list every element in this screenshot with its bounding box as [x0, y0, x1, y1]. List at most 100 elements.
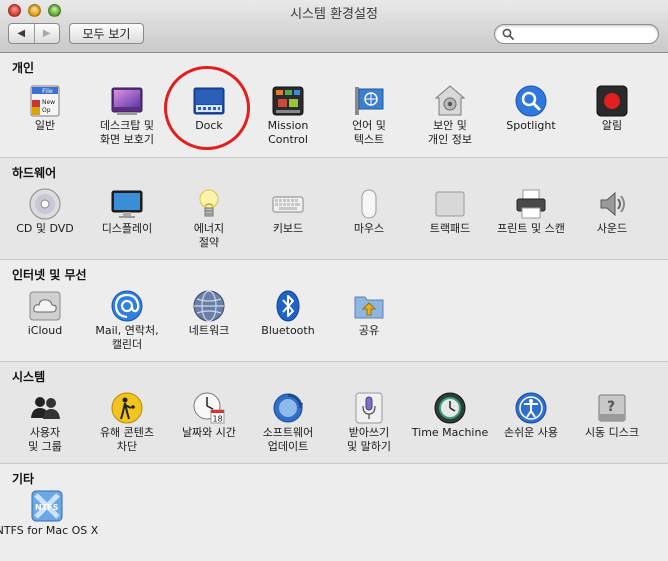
- ntfs-text: NTFS: [35, 503, 59, 512]
- desktop-screensaver-icon: [111, 87, 143, 115]
- pane-ntfs[interactable]: NTFS NTFS for Mac OS X: [0, 490, 98, 560]
- ntfs-icon: NTFS: [31, 490, 63, 522]
- titlebar-toolbar: 시스템 환경설정 ◀ ▶ 모두 보기: [0, 0, 668, 53]
- pane-icloud[interactable]: iCloud: [4, 288, 86, 358]
- pane-label: 공유: [358, 324, 380, 337]
- pane-energy-saver[interactable]: 에너지 절약: [168, 186, 250, 256]
- pane-label: Spotlight: [506, 119, 556, 132]
- language-text-icon: [355, 87, 384, 115]
- section-other: 기타 NTFS NTFS for Mac OS X: [0, 464, 668, 561]
- pane-dictation-speech[interactable]: 받아쓰기 및 말하기: [328, 390, 410, 460]
- section-title: 시스템: [12, 370, 46, 384]
- date-day-text: 18: [213, 415, 223, 424]
- pane-label: 사운드: [596, 222, 628, 235]
- pane-accessibility[interactable]: 손쉬운 사용: [490, 390, 572, 460]
- dictation-speech-icon: [355, 392, 383, 424]
- pane-label: 언어 및 텍스트: [352, 119, 386, 146]
- pane-cd-dvd[interactable]: CD 및 DVD: [4, 186, 86, 256]
- pane-software-update[interactable]: 소프트웨어 업데이트: [247, 390, 329, 460]
- pane-display[interactable]: 디스플레이: [86, 186, 168, 256]
- accessibility-icon: [515, 392, 547, 424]
- section-title: 인터넷 및 무선: [12, 268, 87, 282]
- pane-startup-disk[interactable]: ? 시동 디스크: [571, 390, 653, 460]
- search-icon: [502, 28, 514, 40]
- sound-icon: [600, 191, 625, 217]
- pane-label: 사용자 및 그룹: [28, 426, 62, 453]
- pane-time-machine[interactable]: Time Machine: [409, 390, 491, 460]
- network-icon: [193, 290, 225, 322]
- pane-parental-controls[interactable]: 유해 콘텐츠 차단: [86, 390, 168, 460]
- back-button[interactable]: ◀: [9, 24, 35, 43]
- pane-date-time[interactable]: 18 날짜와 시간: [168, 390, 250, 460]
- pane-bluetooth[interactable]: Bluetooth: [247, 288, 329, 358]
- pane-label: 마우스: [353, 222, 385, 235]
- pane-label: CD 및 DVD: [16, 222, 74, 235]
- date-time-icon: 18: [193, 392, 225, 424]
- pane-label: 트랙패드: [429, 222, 471, 235]
- pane-label: 일반: [34, 119, 56, 132]
- pane-general[interactable]: File New Op 일반: [4, 83, 86, 153]
- pane-network[interactable]: 네트워크: [168, 288, 250, 358]
- search-input[interactable]: [517, 26, 656, 44]
- pane-label: 키보드: [272, 222, 304, 235]
- print-scan-icon: [516, 189, 546, 219]
- pane-mission-control[interactable]: Mission Control: [247, 83, 329, 153]
- sharing-icon: [354, 296, 384, 319]
- time-machine-icon: [434, 392, 466, 424]
- general-new-text: New: [42, 99, 55, 106]
- mail-contacts-icon: [111, 290, 143, 322]
- icloud-icon: [29, 291, 61, 321]
- pane-label: Time Machine: [411, 426, 489, 439]
- section-system: 시스템 사용자 및 그룹 유해 콘텐츠 차단 18 날짜와 시간 소프트웨어 업…: [0, 362, 668, 464]
- pane-label: Mission Control: [267, 119, 309, 146]
- section-title: 하드웨어: [12, 166, 57, 180]
- pane-label: 손쉬운 사용: [503, 426, 559, 439]
- window-title: 시스템 환경설정: [290, 7, 378, 22]
- section-internet-wireless: 인터넷 및 무선 iCloud Mail, 연락처, 캘린더 네트워크 Blue…: [0, 260, 668, 362]
- pane-label: iCloud: [27, 324, 63, 337]
- pane-label: 소프트웨어 업데이트: [262, 426, 314, 453]
- mouse-icon: [361, 189, 377, 219]
- section-hardware: 하드웨어 CD 및 DVD 디스플레이 에너지 절약 키보드 마우스 트랙패드 …: [0, 158, 668, 260]
- notifications-icon: [596, 85, 628, 117]
- search-field[interactable]: [494, 24, 659, 44]
- back-forward-control: ◀ ▶: [8, 23, 60, 44]
- general-open-text: Op: [42, 107, 51, 114]
- pane-label: 디스플레이: [101, 222, 153, 235]
- energy-saver-icon: [199, 189, 219, 217]
- keyboard-icon: [272, 196, 304, 213]
- pane-print-scan[interactable]: 프린트 및 스캔: [490, 186, 572, 256]
- section-title: 개인: [12, 61, 35, 75]
- show-all-button[interactable]: 모두 보기: [69, 23, 144, 44]
- software-update-icon: [273, 393, 303, 423]
- pane-sound[interactable]: 사운드: [571, 186, 653, 256]
- pane-trackpad[interactable]: 트랙패드: [409, 186, 491, 256]
- dock-highlight-ring: [164, 66, 250, 150]
- pane-spotlight[interactable]: Spotlight: [490, 83, 572, 153]
- pane-sharing[interactable]: 공유: [328, 288, 410, 358]
- startup-disk-icon: ?: [598, 394, 626, 422]
- section-title: 기타: [12, 472, 35, 486]
- pane-keyboard[interactable]: 키보드: [247, 186, 329, 256]
- pane-security-privacy[interactable]: 보안 및 개인 정보: [409, 83, 491, 153]
- spotlight-icon: [515, 85, 547, 117]
- general-icon: File New Op: [30, 85, 60, 117]
- forward-button[interactable]: ▶: [35, 24, 60, 43]
- pane-notifications[interactable]: 알림: [571, 83, 653, 153]
- general-file-text: File: [42, 87, 53, 95]
- pane-mouse[interactable]: 마우스: [328, 186, 410, 256]
- pane-label: 받아쓰기 및 말하기: [347, 426, 391, 453]
- pane-label: Mail, 연락처, 캘린더: [95, 324, 159, 351]
- system-preferences-window: 시스템 환경설정 ◀ ▶ 모두 보기 개인 File New Op 일반 데스크…: [0, 0, 668, 561]
- parental-controls-icon: [111, 392, 143, 424]
- pane-language-text[interactable]: 언어 및 텍스트: [328, 83, 410, 153]
- pane-users-groups[interactable]: 사용자 및 그룹: [4, 390, 86, 460]
- pane-label: 알림: [601, 119, 623, 132]
- pane-label: NTFS for Mac OS X: [0, 524, 99, 537]
- pane-label: 프린트 및 스캔: [497, 222, 565, 235]
- security-privacy-icon: [434, 85, 466, 116]
- section-personal: 개인 File New Op 일반 데스크탑 및 화면 보호기 Dock Mis…: [0, 53, 668, 158]
- pane-label: 보안 및 개인 정보: [428, 119, 472, 146]
- pane-mail-contacts[interactable]: Mail, 연락처, 캘린더: [86, 288, 168, 358]
- pane-desktop-screensaver[interactable]: 데스크탑 및 화면 보호기: [86, 83, 168, 153]
